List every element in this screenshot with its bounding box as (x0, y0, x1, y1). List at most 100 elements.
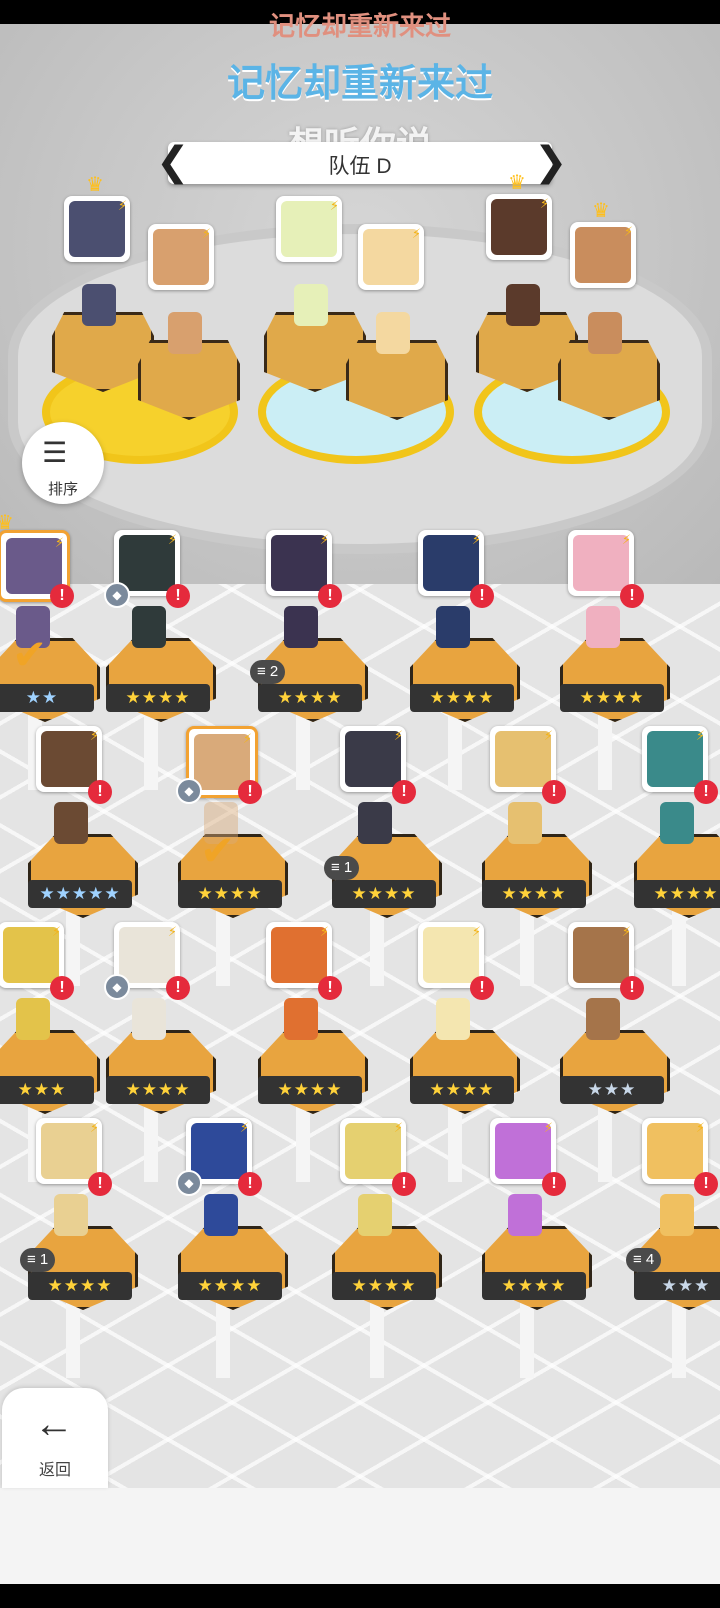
team-member-portrait[interactable]: ⚡ (358, 224, 424, 290)
character-sprite (660, 1194, 694, 1236)
lightning-icon: ⚡ (167, 532, 177, 547)
pedestal-pole (296, 1102, 310, 1182)
team-member-portrait[interactable]: ⚡ (64, 196, 130, 262)
character-sprite (132, 998, 166, 1040)
character-avatar (345, 1123, 401, 1179)
character-sprite (358, 1194, 392, 1236)
alert-icon: ! (392, 780, 416, 804)
duplicate-count-badge: ≡ 1 (324, 856, 360, 880)
character-avatar (271, 927, 327, 983)
pedestal-pole (598, 1102, 612, 1182)
star-rating: ★★★★ (178, 1272, 282, 1300)
team-member-portrait[interactable]: ⚡ (486, 194, 552, 260)
shield-icon: ◆ (104, 974, 130, 1000)
character-sprite (660, 802, 694, 844)
scrolling-lyric-line-1: 记忆却重新来过 (268, 11, 451, 41)
star-rating: ★★★★ (410, 1076, 514, 1104)
lightning-icon: ⚡ (543, 1120, 553, 1135)
lightning-icon: ⚡ (329, 198, 339, 213)
alert-icon: ! (166, 584, 190, 608)
star-rating: ★★★★ (178, 880, 282, 908)
crown-icon: ♛ (592, 200, 610, 222)
character-avatar (363, 229, 419, 285)
character-sprite (436, 606, 470, 648)
character-sprite (586, 606, 620, 648)
character-avatar (281, 201, 337, 257)
character-sprite (508, 1194, 542, 1236)
character-avatar (41, 1123, 97, 1179)
character-sprite (586, 998, 620, 1040)
character-avatar (423, 535, 479, 591)
pedestal-pole (216, 1298, 230, 1378)
navigation-bar (0, 1584, 720, 1608)
team-character-sprite (294, 284, 328, 326)
team-selector[interactable]: 队伍 D (168, 142, 552, 184)
character-avatar (3, 927, 59, 983)
character-avatar (119, 927, 175, 983)
team-member-portrait[interactable]: ⚡ (148, 224, 214, 290)
lightning-icon: ⚡ (54, 535, 64, 550)
character-avatar (191, 1123, 247, 1179)
character-avatar (119, 535, 175, 591)
alert-icon: ! (694, 780, 718, 804)
character-avatar (495, 731, 551, 787)
alert-icon: ! (238, 1172, 262, 1196)
star-rating: ★★★★ (28, 1272, 132, 1300)
star-rating: ★★★★ (410, 684, 514, 712)
team-member-portrait[interactable]: ⚡ (570, 222, 636, 288)
duplicate-count-badge: ≡ 4 (626, 1248, 662, 1272)
alert-icon: ! (542, 1172, 566, 1196)
star-rating: ★★★ (634, 1272, 720, 1300)
shield-icon: ◆ (176, 778, 202, 804)
pedestal-pole (216, 906, 230, 986)
star-rating: ★★★★ (106, 1076, 210, 1104)
character-avatar (573, 535, 629, 591)
alert-icon: ! (470, 584, 494, 608)
sort-label: 排序 (47, 481, 78, 498)
character-sprite (508, 802, 542, 844)
character-avatar (271, 535, 327, 591)
pedestal-pole (672, 906, 686, 986)
sort-button[interactable]: ☰ 排序 (22, 422, 104, 504)
pedestal-pole (296, 710, 310, 790)
lightning-icon: ⚡ (242, 731, 252, 746)
pedestal-pole (66, 1298, 80, 1378)
alert-icon: ! (50, 584, 74, 608)
character-sprite (132, 606, 166, 648)
alert-icon: ! (620, 976, 644, 1000)
team-character-sprite (588, 312, 622, 354)
team-member-portrait[interactable]: ⚡ (276, 196, 342, 262)
team-name: 队伍 D (328, 155, 392, 178)
alert-icon: ! (620, 584, 644, 608)
character-avatar (647, 1123, 703, 1179)
lightning-icon: ⚡ (167, 924, 177, 939)
back-button[interactable]: ← 返回 (2, 1388, 108, 1488)
character-avatar (345, 731, 401, 787)
chevron-left-icon[interactable]: ❮ (156, 138, 190, 186)
character-sprite (284, 606, 318, 648)
lightning-icon: ⚡ (695, 728, 705, 743)
lightning-icon: ⚡ (393, 1120, 403, 1135)
character-avatar (41, 731, 97, 787)
back-label: 返回 (38, 1462, 71, 1479)
lightning-icon: ⚡ (539, 196, 549, 211)
scrolling-lyric-line-2: 记忆却重新来过 (226, 63, 493, 105)
character-avatar (575, 227, 631, 283)
pedestal-pole (448, 710, 462, 790)
pedestal-pole (370, 1298, 384, 1378)
selected-check-icon: ✔ (12, 631, 48, 678)
star-rating: ★★★★ (634, 880, 720, 908)
star-rating: ★★★★ (332, 880, 436, 908)
character-sprite (204, 1194, 238, 1236)
star-rating: ★★★★ (332, 1272, 436, 1300)
pedestal-pole (144, 1102, 158, 1182)
alert-icon: ! (88, 780, 112, 804)
pedestal-pole (448, 1102, 462, 1182)
pedestal-pole (144, 710, 158, 790)
lightning-icon: ⚡ (393, 728, 403, 743)
star-rating: ★★★ (0, 1076, 94, 1104)
star-rating: ★★ (0, 684, 94, 712)
chevron-right-icon[interactable]: ❯ (534, 138, 568, 186)
pedestal-pole (520, 906, 534, 986)
pedestal-pole (672, 1298, 686, 1378)
